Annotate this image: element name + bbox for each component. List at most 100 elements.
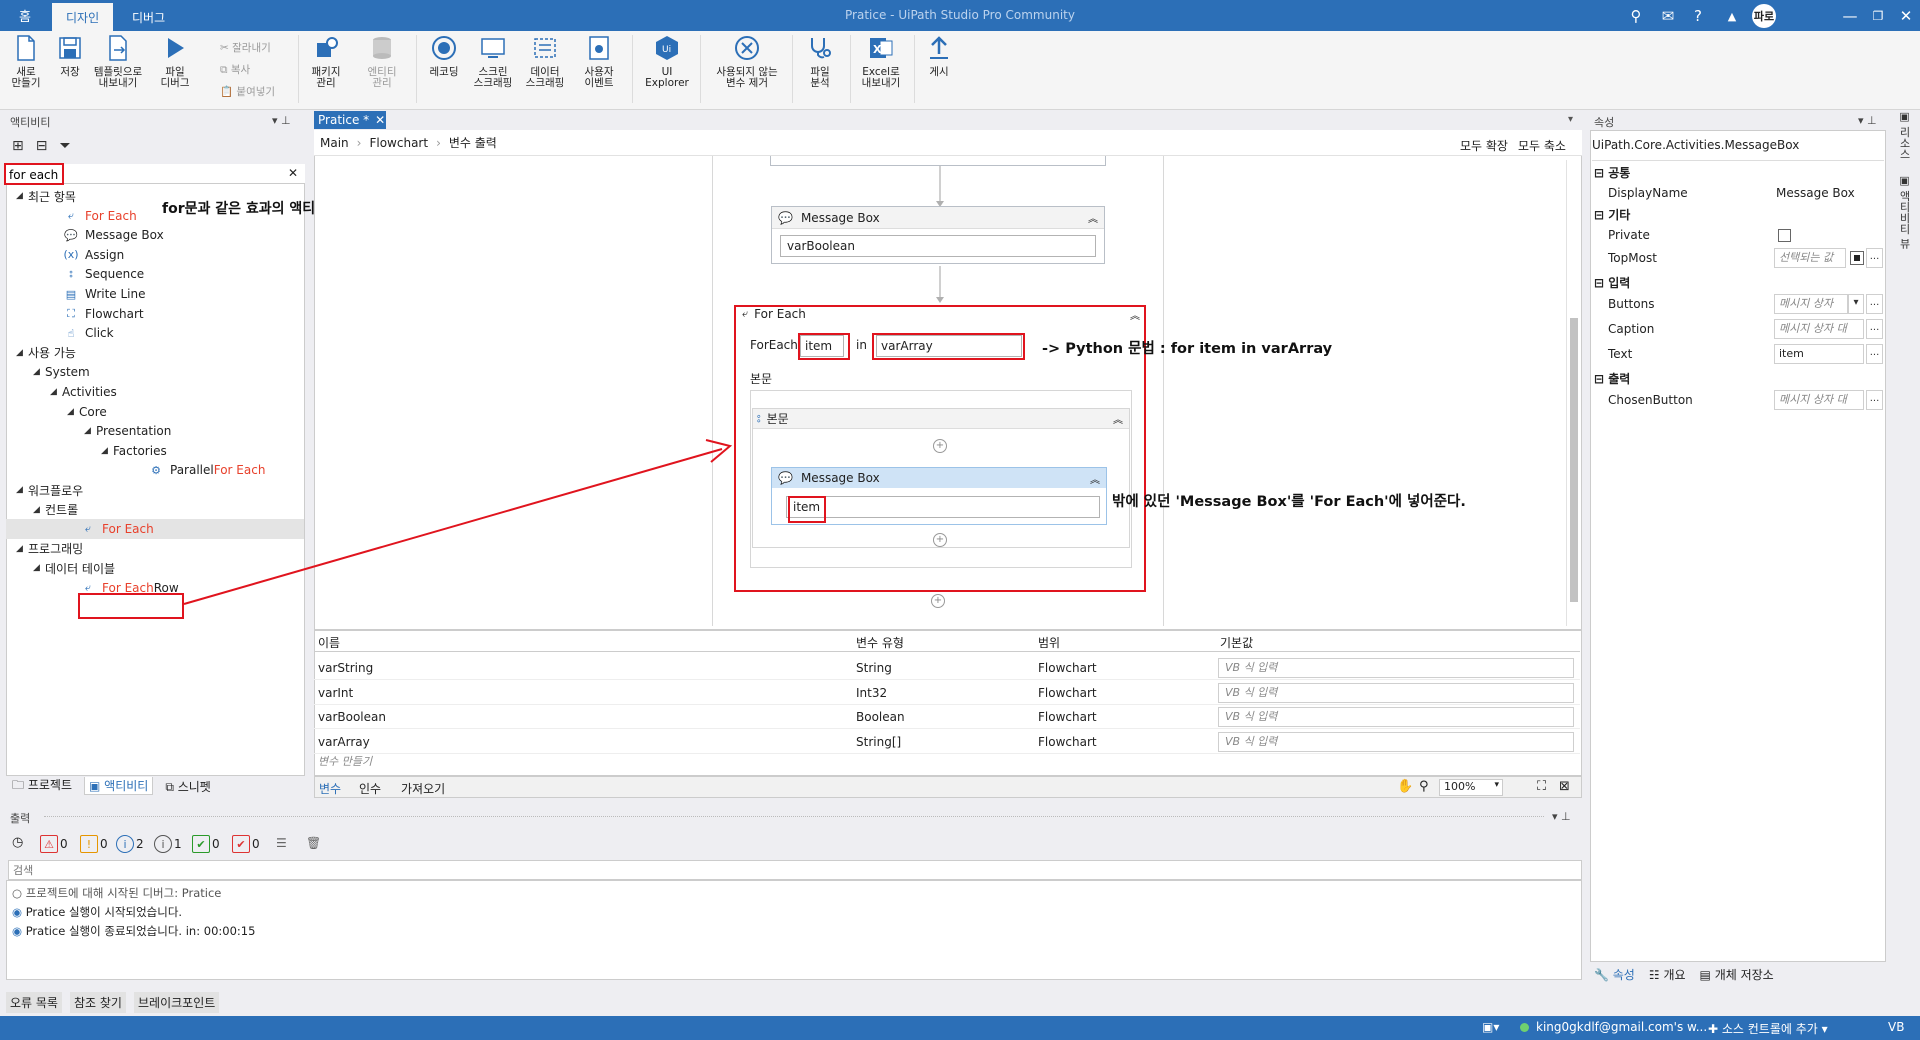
section-common[interactable]: ⊟ 공통 — [1594, 164, 1630, 181]
data-scraping-button[interactable]: 데이터 스크래핑 — [522, 33, 568, 89]
restore-icon[interactable]: ❐ — [1866, 4, 1890, 28]
hand-icon[interactable]: ✋ — [1397, 779, 1413, 794]
tree-item[interactable]: ◢ 워크플로우 — [16, 480, 83, 500]
tab-outline[interactable]: ☷ 개요 — [1649, 966, 1686, 983]
tab-project[interactable]: 🗀 프로젝트 — [12, 776, 72, 797]
variable-name[interactable]: varArray — [318, 732, 370, 752]
expand-triangle-icon[interactable]: ◢ — [16, 191, 28, 201]
collapse-icon[interactable]: ︽ — [1088, 210, 1098, 225]
section-misc[interactable]: ⊟ 기타 — [1594, 206, 1630, 223]
home-tab[interactable]: 홈 — [0, 0, 50, 31]
debug-file-button[interactable]: 파일 디버그 — [154, 33, 196, 89]
tab-snippets[interactable]: ⧉ 스니펫 — [165, 778, 211, 795]
search-icon[interactable]: ⚲ — [1624, 4, 1648, 28]
manage-entities-button[interactable]: 엔티티 관리 — [362, 33, 402, 89]
tree-item[interactable]: ◢ 컨트롤 — [33, 500, 78, 520]
tab-debug[interactable]: 디버그 — [118, 3, 179, 31]
tree-item[interactable]: ◢ Presentation — [84, 421, 171, 441]
ui-explorer-button[interactable]: Ui UI Explorer — [644, 33, 690, 89]
trash-icon[interactable]: 🗑 — [306, 836, 321, 850]
tab-imports[interactable]: 가져오기 — [401, 780, 445, 797]
tree-item[interactable]: ◢ 사용 가능 — [16, 343, 76, 363]
orchestrator-icon[interactable]: ▣▾ — [1482, 1020, 1499, 1034]
filter-icon[interactable]: ⏷ — [59, 138, 70, 154]
tab-design[interactable]: 디자인 — [52, 3, 114, 31]
variable-scope[interactable]: Flowchart — [1038, 732, 1097, 752]
tree-item[interactable]: ◢ Activities — [50, 382, 117, 402]
variable-type[interactable]: Boolean — [856, 707, 905, 727]
fail-filter[interactable]: ✔ 0 — [232, 834, 260, 854]
tree-item[interactable]: ☝ Click — [33, 323, 114, 343]
create-variable[interactable]: 변수 만들기 — [318, 753, 372, 769]
tree-item[interactable]: ⤶ For Each — [6, 519, 304, 540]
buttons-ellipsis-button[interactable]: ... — [1866, 294, 1883, 314]
expand-all-link[interactable]: 모두 확장 — [1460, 137, 1508, 154]
feedback-icon[interactable]: ✉ — [1656, 4, 1680, 28]
minimize-icon[interactable]: — — [1838, 4, 1862, 28]
variable-type[interactable]: String[] — [856, 732, 901, 752]
col-type-header[interactable]: 변수 유형 — [856, 634, 904, 651]
expand-triangle-icon[interactable]: ◢ — [16, 485, 28, 495]
breadcrumb-main[interactable]: Main — [320, 136, 349, 150]
add-activity-icon[interactable]: + — [931, 594, 945, 608]
tree-item[interactable]: ⦂ Sequence — [33, 264, 144, 284]
variable-row[interactable]: varArray String[] Flowchart VB 식 입력 — [314, 730, 1580, 754]
message-box-activity[interactable]: 💬 Message Box ︽ varBoolean — [771, 206, 1105, 264]
caption-input[interactable]: 메시지 상자 대 — [1774, 319, 1864, 339]
canvas-scrollbar[interactable] — [1566, 160, 1580, 626]
expand-triangle-icon[interactable]: ◢ — [16, 544, 28, 554]
overview-icon[interactable]: ⊠ — [1559, 779, 1570, 794]
tree-item[interactable]: ◢ System — [33, 362, 90, 382]
text-ellipsis-button[interactable]: ... — [1866, 344, 1883, 364]
variable-row[interactable]: varInt Int32 Flowchart VB 식 입력 — [314, 681, 1580, 705]
close-icon[interactable]: ✕ — [1894, 4, 1918, 28]
chosenbutton-ellipsis-button[interactable]: ... — [1866, 390, 1883, 410]
collapse-ribbon-icon[interactable]: ▲ — [1720, 4, 1744, 28]
tab-list-icon[interactable]: ▾ — [1568, 114, 1573, 125]
variable-default-input[interactable]: VB 식 입력 — [1218, 731, 1574, 752]
variable-type[interactable]: String — [856, 658, 892, 678]
variable-row[interactable]: varBoolean Boolean Flowchart VB 식 입력 — [314, 705, 1580, 729]
expand-all-icon[interactable]: ⊞ — [12, 138, 24, 154]
panel-pin-icon[interactable]: ▾ ⊥ — [272, 114, 291, 127]
displayname-value[interactable]: Message Box — [1776, 186, 1855, 200]
remove-unused-variables-button[interactable]: 사용되지 않는 변수 제거 — [710, 33, 784, 89]
breadcrumb-current[interactable]: 변수 출력 — [449, 134, 497, 151]
success-filter[interactable]: ✔ 0 — [192, 834, 220, 854]
tab-variables[interactable]: 변수 — [319, 780, 341, 797]
account-label[interactable]: king0gkdlf@gmail.com's w... — [1536, 1020, 1707, 1034]
tab-arguments[interactable]: 인수 — [359, 780, 381, 797]
tree-item[interactable]: ◢ 프로그래밍 — [16, 539, 83, 559]
message-box-text-input[interactable]: varBoolean — [780, 235, 1096, 257]
collapse-all-icon[interactable]: ⊟ — [36, 138, 48, 154]
topmost-ellipsis-button[interactable]: ... — [1866, 248, 1883, 268]
caption-ellipsis-button[interactable]: ... — [1866, 319, 1883, 339]
scrollbar-thumb[interactable] — [1570, 318, 1578, 602]
clear-search-icon[interactable]: ✕ — [288, 166, 298, 180]
errors-filter[interactable]: ⚠ 0 — [40, 834, 68, 854]
tab-activity-view[interactable]: ▣ 액티비티 뷰 — [1896, 174, 1912, 249]
variable-scope[interactable]: Flowchart — [1038, 683, 1097, 703]
filter-list-icon[interactable]: ☰ — [276, 836, 287, 850]
variable-default-input[interactable]: VB 식 입력 — [1218, 658, 1574, 678]
variable-scope[interactable]: Flowchart — [1038, 707, 1097, 727]
tab-activities[interactable]: ▣ 액티비티 — [84, 777, 154, 795]
col-scope-header[interactable]: 범위 — [1038, 634, 1060, 651]
user-events-button[interactable]: 사용자 이벤트 — [576, 33, 622, 89]
chosenbutton-input[interactable]: 메시지 상자 대 — [1774, 390, 1864, 410]
export-excel-button[interactable]: X Excel로 내보내기 — [858, 33, 904, 89]
expand-triangle-icon[interactable]: ◢ — [33, 505, 45, 515]
zoom-select[interactable]: 100% ▾ — [1439, 779, 1503, 796]
language-label[interactable]: VB — [1888, 1020, 1904, 1034]
variable-name[interactable]: varInt — [318, 683, 353, 703]
tree-item[interactable]: ◢ 최근 항목 — [16, 186, 76, 206]
tree-item[interactable]: ▤ Write Line — [33, 284, 146, 304]
help-icon[interactable]: ? — [1686, 4, 1710, 28]
tree-item[interactable]: ⤶ For Each — [33, 206, 137, 226]
fit-screen-icon[interactable]: ⛶ — [1537, 779, 1546, 794]
private-checkbox[interactable] — [1778, 229, 1791, 242]
tree-item[interactable]: ⛶ Flowchart — [33, 304, 143, 324]
close-tab-icon[interactable]: ✕ — [375, 113, 385, 127]
variable-default-input[interactable]: VB 식 입력 — [1218, 682, 1574, 703]
tab-resources[interactable]: ▣ 리소스 — [1896, 110, 1912, 160]
